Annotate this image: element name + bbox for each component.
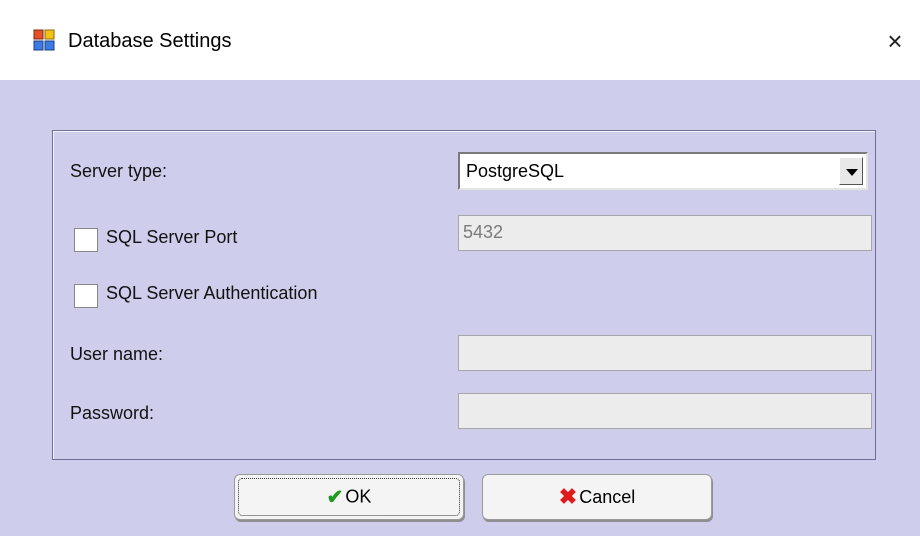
- close-icon: ×: [887, 26, 903, 56]
- port-input[interactable]: 5432: [458, 215, 872, 251]
- window-title: Database Settings: [68, 30, 232, 52]
- sql-server-authentication-label: SQL Server Authentication: [106, 283, 318, 303]
- sql-server-port-checkbox[interactable]: [74, 228, 98, 252]
- sql-server-port-label: SQL Server Port: [106, 227, 238, 247]
- close-button[interactable]: ×: [870, 16, 920, 66]
- server-type-label: Server type:: [70, 161, 168, 181]
- cancel-button[interactable]: ✖ Cancel: [482, 474, 712, 520]
- cancel-button-label: Cancel: [579, 486, 636, 507]
- x-mark-icon: ✖: [558, 484, 578, 509]
- ok-button[interactable]: ✔ OK: [234, 474, 464, 520]
- username-label: User name:: [70, 344, 164, 364]
- dropdown-arrow-icon[interactable]: [839, 157, 863, 185]
- server-type-dropdown[interactable]: PostgreSQL: [458, 152, 868, 190]
- password-input[interactable]: [458, 393, 872, 429]
- ok-button-label: OK: [345, 486, 372, 507]
- sql-server-authentication-checkbox[interactable]: [74, 284, 98, 308]
- username-input[interactable]: [458, 335, 872, 371]
- checkmark-icon: ✔: [326, 486, 344, 509]
- title-bar: Database Settings ×: [0, 0, 920, 80]
- server-type-selected-value: PostgreSQL: [466, 161, 565, 181]
- app-grid-icon: [33, 29, 55, 51]
- password-label: Password:: [70, 403, 155, 423]
